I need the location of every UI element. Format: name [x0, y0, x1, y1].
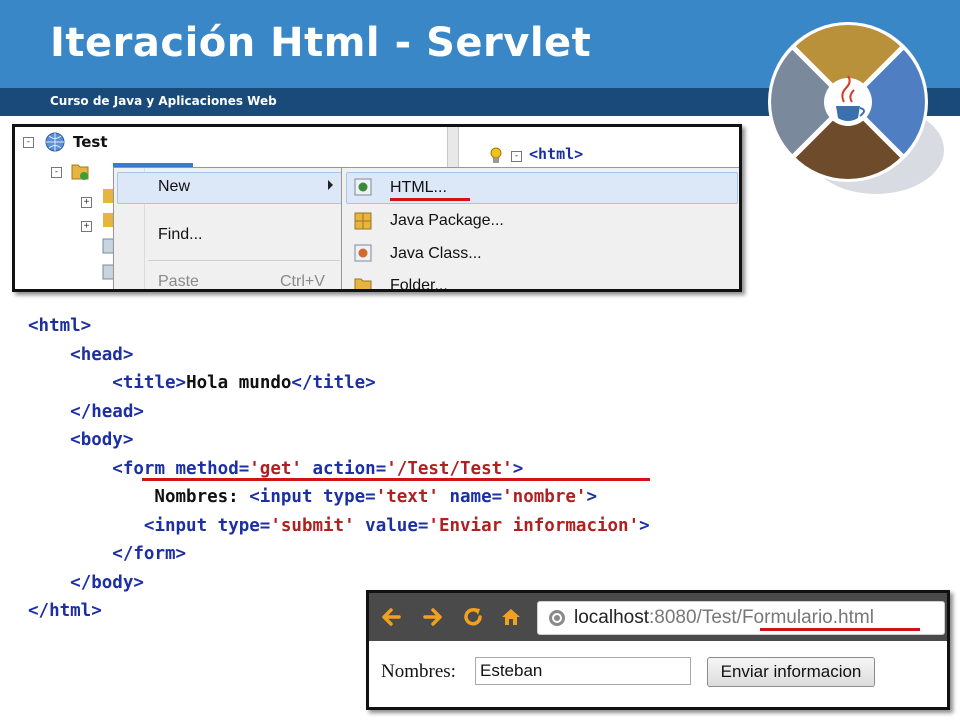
paste-shortcut: Ctrl+V — [280, 273, 325, 290]
code-line: <title>Hola mundo</title> — [28, 369, 650, 398]
code-tag: > — [639, 515, 650, 536]
ide-screenshot: - Test - + + - <html> New Find... Paste … — [12, 124, 742, 292]
submenu-item-html[interactable]: HTML... — [390, 179, 447, 197]
globe-icon — [549, 610, 565, 626]
java-cup-icon — [768, 22, 944, 194]
reload-icon[interactable] — [461, 605, 485, 629]
code-tag: </head> — [70, 401, 144, 422]
code-value: 'nombre' — [502, 487, 587, 507]
code-tag: </html> — [28, 601, 102, 621]
submenu-arrow-icon — [328, 180, 333, 190]
code-tag: </title> — [291, 373, 376, 393]
menu-item-find[interactable]: Find... — [158, 226, 202, 244]
code-tag: </form> — [112, 544, 187, 564]
url-text[interactable]: localhost:8080/Test/Formulario.html — [574, 607, 874, 629]
code-tag: > — [512, 458, 524, 479]
html-underline — [390, 198, 470, 201]
lightbulb-icon[interactable] — [489, 147, 503, 165]
expand-icon[interactable]: + — [81, 197, 92, 208]
fold-icon[interactable]: - — [511, 151, 522, 162]
package-icon — [354, 212, 372, 230]
collapse-icon[interactable]: - — [23, 137, 34, 148]
url-host: localhost — [574, 607, 649, 628]
code-text: Hola mundo — [186, 373, 292, 393]
code-line: <body> — [28, 426, 650, 455]
url-path: :8080/Test/ — [649, 607, 742, 628]
code-tag: <body> — [70, 430, 134, 450]
globe-icon — [45, 132, 65, 152]
code-value: '/Test/Test' — [386, 458, 513, 479]
tree-root-label[interactable]: Test — [73, 133, 108, 151]
browser-screenshot: localhost:8080/Test/Formulario.html Nomb… — [366, 590, 950, 710]
nombre-input[interactable] — [475, 657, 691, 685]
menu-item-paste[interactable]: Paste — [158, 273, 199, 289]
html-file-icon — [354, 178, 372, 196]
code-line: </head> — [28, 398, 650, 427]
folder-icon — [354, 278, 372, 289]
code-tag: action= — [301, 458, 387, 479]
code-line: <head> — [28, 341, 650, 370]
code-tag: <html> — [28, 316, 92, 336]
code-tag: <head> — [70, 344, 134, 365]
submenu-item-java-class[interactable]: Java Class... — [390, 245, 482, 263]
submenu-item-folder[interactable]: Folder... — [390, 277, 448, 289]
code-tag: <input type= — [249, 487, 376, 507]
code-line: <html> — [28, 312, 650, 341]
code-value: 'submit' — [270, 515, 355, 536]
browser-toolbar: localhost:8080/Test/Formulario.html — [369, 593, 947, 641]
enviar-button[interactable]: Enviar informacion — [707, 657, 875, 687]
code-text: Nombres: — [28, 487, 250, 507]
code-tag: </body> — [70, 572, 144, 593]
code-tag: <input type= — [143, 515, 271, 536]
java-class-icon — [354, 244, 372, 262]
new-submenu: HTML... Java Package... Java Class... Fo… — [341, 167, 739, 289]
code-tag: <form method= — [112, 458, 250, 479]
url-underline — [760, 628, 920, 631]
editor-html-tag: <html> — [529, 145, 584, 163]
forward-arrow-icon[interactable] — [421, 605, 445, 629]
code-value: 'text' — [375, 487, 439, 507]
code-tag: name= — [438, 487, 503, 507]
code-tag: <title> — [112, 373, 187, 393]
collapse-icon[interactable]: - — [51, 167, 62, 178]
folder-icon — [71, 164, 89, 180]
url-page: Formulario.html — [741, 607, 874, 628]
nombres-label: Nombres: — [381, 661, 456, 682]
code-value: 'get' — [249, 458, 302, 479]
home-icon[interactable] — [499, 605, 523, 629]
context-menu: New Find... Paste Ctrl+V — [113, 167, 347, 290]
address-bar[interactable]: localhost:8080/Test/Formulario.html — [537, 601, 945, 635]
code-line: </form> — [28, 540, 650, 569]
slide-subtitle: Curso de Java y Aplicaciones Web — [50, 94, 277, 108]
form-area: Nombres: Enviar informacion — [369, 641, 947, 707]
menu-highlight — [117, 172, 343, 204]
code-line: Nombres: <input type='text' name='nombre… — [28, 483, 650, 512]
submenu-item-java-package[interactable]: Java Package... — [390, 212, 504, 230]
menu-separator — [148, 260, 340, 261]
form-line-underline — [142, 478, 650, 481]
expand-icon[interactable]: + — [81, 221, 92, 232]
back-arrow-icon[interactable] — [379, 605, 403, 629]
slide-title: Iteración Html - Servlet — [50, 20, 592, 66]
code-tag: value= — [354, 515, 429, 536]
html-code-listing: <html> <head> <title>Hola mundo</title> … — [28, 312, 650, 626]
menu-item-new[interactable]: New — [158, 178, 190, 196]
code-value: 'Enviar informacion' — [428, 515, 640, 536]
code-line: <input type='submit' value='Enviar infor… — [28, 512, 650, 541]
code-tag: > — [586, 487, 597, 507]
